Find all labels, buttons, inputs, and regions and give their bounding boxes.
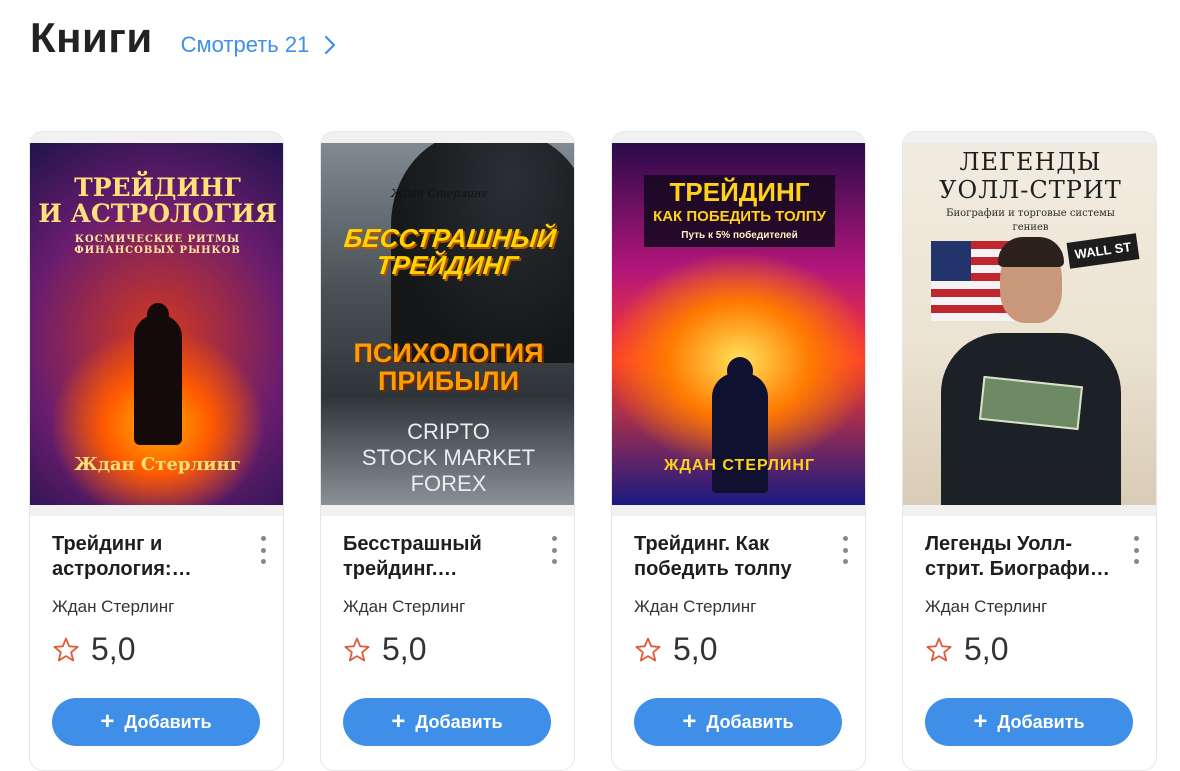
book-cover[interactable]: ТРЕЙДИНГ И АСТРОЛОГИЯ КОСМИЧЕСКИЕ РИТМЫ … [30,143,283,505]
plus-icon: + [682,708,697,735]
book-author[interactable]: Ждан Стерлинг [343,597,552,617]
cover-author: ЖДАН СТЕРЛИНГ [948,465,1113,482]
cover-subtitle: КОСМИЧЕСКИЕ РИТМЫ ФИНАНСОВЫХ РЫНКОВ [74,234,241,256]
add-button[interactable]: + Добавить [634,698,842,746]
book-author[interactable]: Ждан Стерлинг [925,597,1134,617]
cover-title: ТРЕЙДИНГ [669,177,810,207]
rating-value: 5,0 [91,631,136,667]
book-card: ТРЕЙДИНГ И АСТРОЛОГИЯ КОСМИЧЕСКИЕ РИТМЫ … [29,131,284,771]
cover-subtitle: КАК ПОБЕДИТЬ ТОЛПУ [653,208,826,225]
star-icon [344,637,370,661]
cover-figure-head [147,303,169,327]
book-card: WALL ST ЛЕГЕНДЫ УОЛЛ-СТРИТ Биографии и т… [902,131,1157,771]
rating-value: 5,0 [382,631,427,667]
wall-street-sign: WALL ST [1066,233,1140,269]
see-all-link[interactable]: Смотреть 21 [181,32,338,58]
book-info: Легенды Уолл-стрит. Биографи… Ждан Стерл… [903,516,1156,746]
plus-icon: + [100,708,115,735]
book-title[interactable]: Бесстрашный трейдинг.… [343,532,533,582]
section-title: Книги [30,14,153,61]
book-cover[interactable]: ТРЕЙДИНГ КАК ПОБЕДИТЬ ТОЛПУ Путь к 5% по… [612,143,865,505]
book-card: Ждан Стерлинг БЕССТРАШНЫЙ ТРЕЙДИНГ ПСИХО… [320,131,575,771]
book-card: ТРЕЙДИНГ КАК ПОБЕДИТЬ ТОЛПУ Путь к 5% по… [611,131,866,771]
book-info: Бесстрашный трейдинг.… Ждан Стерлинг 5,0… [321,516,574,746]
cover-tagline: Путь к 5% победителей [681,230,798,241]
cover-area: ТРЕЙДИНГ И АСТРОЛОГИЯ КОСМИЧЕСКИЕ РИТМЫ … [30,132,283,516]
cover-subtitle: Биографии и торговые системы гениев [946,208,1115,233]
cover-figure-hair [998,237,1064,267]
more-options-icon[interactable] [548,536,560,564]
add-button[interactable]: + Добавить [52,698,260,746]
book-title[interactable]: Трейдинг. Как победить толпу [634,532,824,582]
rating-value: 5,0 [673,631,718,667]
section-header: Книги Смотреть 21 [30,14,337,62]
book-cover[interactable]: WALL ST ЛЕГЕНДЫ УОЛЛ-СТРИТ Биографии и т… [903,143,1156,505]
more-options-icon[interactable] [839,536,851,564]
cover-title: БЕССТРАШНЫЙ ТРЕЙДИНГ [342,223,558,281]
cover-area: WALL ST ЛЕГЕНДЫ УОЛЛ-СТРИТ Биографии и т… [903,132,1156,516]
plus-icon: + [973,708,988,735]
book-list: ТРЕЙДИНГ И АСТРОЛОГИЯ КОСМИЧЕСКИЕ РИТМЫ … [29,131,1157,771]
book-info: Трейдинг и астрология:… Ждан Стерлинг 5,… [30,516,283,746]
cover-area: ТРЕЙДИНГ КАК ПОБЕДИТЬ ТОЛПУ Путь к 5% по… [612,132,865,516]
add-button[interactable]: + Добавить [925,698,1133,746]
book-author[interactable]: Ждан Стерлинг [634,597,843,617]
more-options-icon[interactable] [257,536,269,564]
book-title[interactable]: Трейдинг и астрология:… [52,532,242,582]
plus-icon: + [391,708,406,735]
cover-subtitle: ПСИХОЛОГИЯ ПРИБЫЛИ [353,338,544,397]
book-rating: 5,0 [634,631,843,668]
chevron-right-icon [325,35,336,55]
cover-title: ТРЕЙДИНГ И АСТРОЛОГИЯ [38,173,277,229]
rating-value: 5,0 [964,631,1009,667]
more-options-icon[interactable] [1130,536,1142,564]
cover-figure-image [134,315,182,445]
see-all-label: Смотреть 21 [180,32,310,57]
add-button-label: Добавить [124,711,212,732]
add-button[interactable]: + Добавить [343,698,551,746]
add-button-label: Добавить [415,711,503,732]
cover-figure-head [727,357,753,385]
book-info: Трейдинг. Как победить толпу Ждан Стерли… [612,516,865,746]
book-author[interactable]: Ждан Стерлинг [52,597,261,617]
book-rating: 5,0 [52,631,261,668]
cover-author: Ждан Стерлинг [74,454,241,476]
cover-tagline: CRIPTO STOCK MARKET FOREX [361,419,536,496]
cover-figure-image [712,373,768,493]
book-rating: 5,0 [925,631,1134,668]
book-rating: 5,0 [343,631,552,668]
star-icon [926,637,952,661]
star-icon [635,637,661,661]
cover-author: ЖДАН СТЕРЛИНГ [663,457,816,475]
star-icon [53,637,79,661]
book-cover[interactable]: Ждан Стерлинг БЕССТРАШНЫЙ ТРЕЙДИНГ ПСИХО… [321,143,574,505]
cover-area: Ждан Стерлинг БЕССТРАШНЫЙ ТРЕЙДИНГ ПСИХО… [321,132,574,516]
cover-author: Ждан Стерлинг [391,187,487,200]
add-button-label: Добавить [706,711,794,732]
add-button-label: Добавить [997,711,1085,732]
book-title[interactable]: Легенды Уолл-стрит. Биографи… [925,532,1115,582]
cover-title: ЛЕГЕНДЫ УОЛЛ-СТРИТ [939,148,1122,204]
